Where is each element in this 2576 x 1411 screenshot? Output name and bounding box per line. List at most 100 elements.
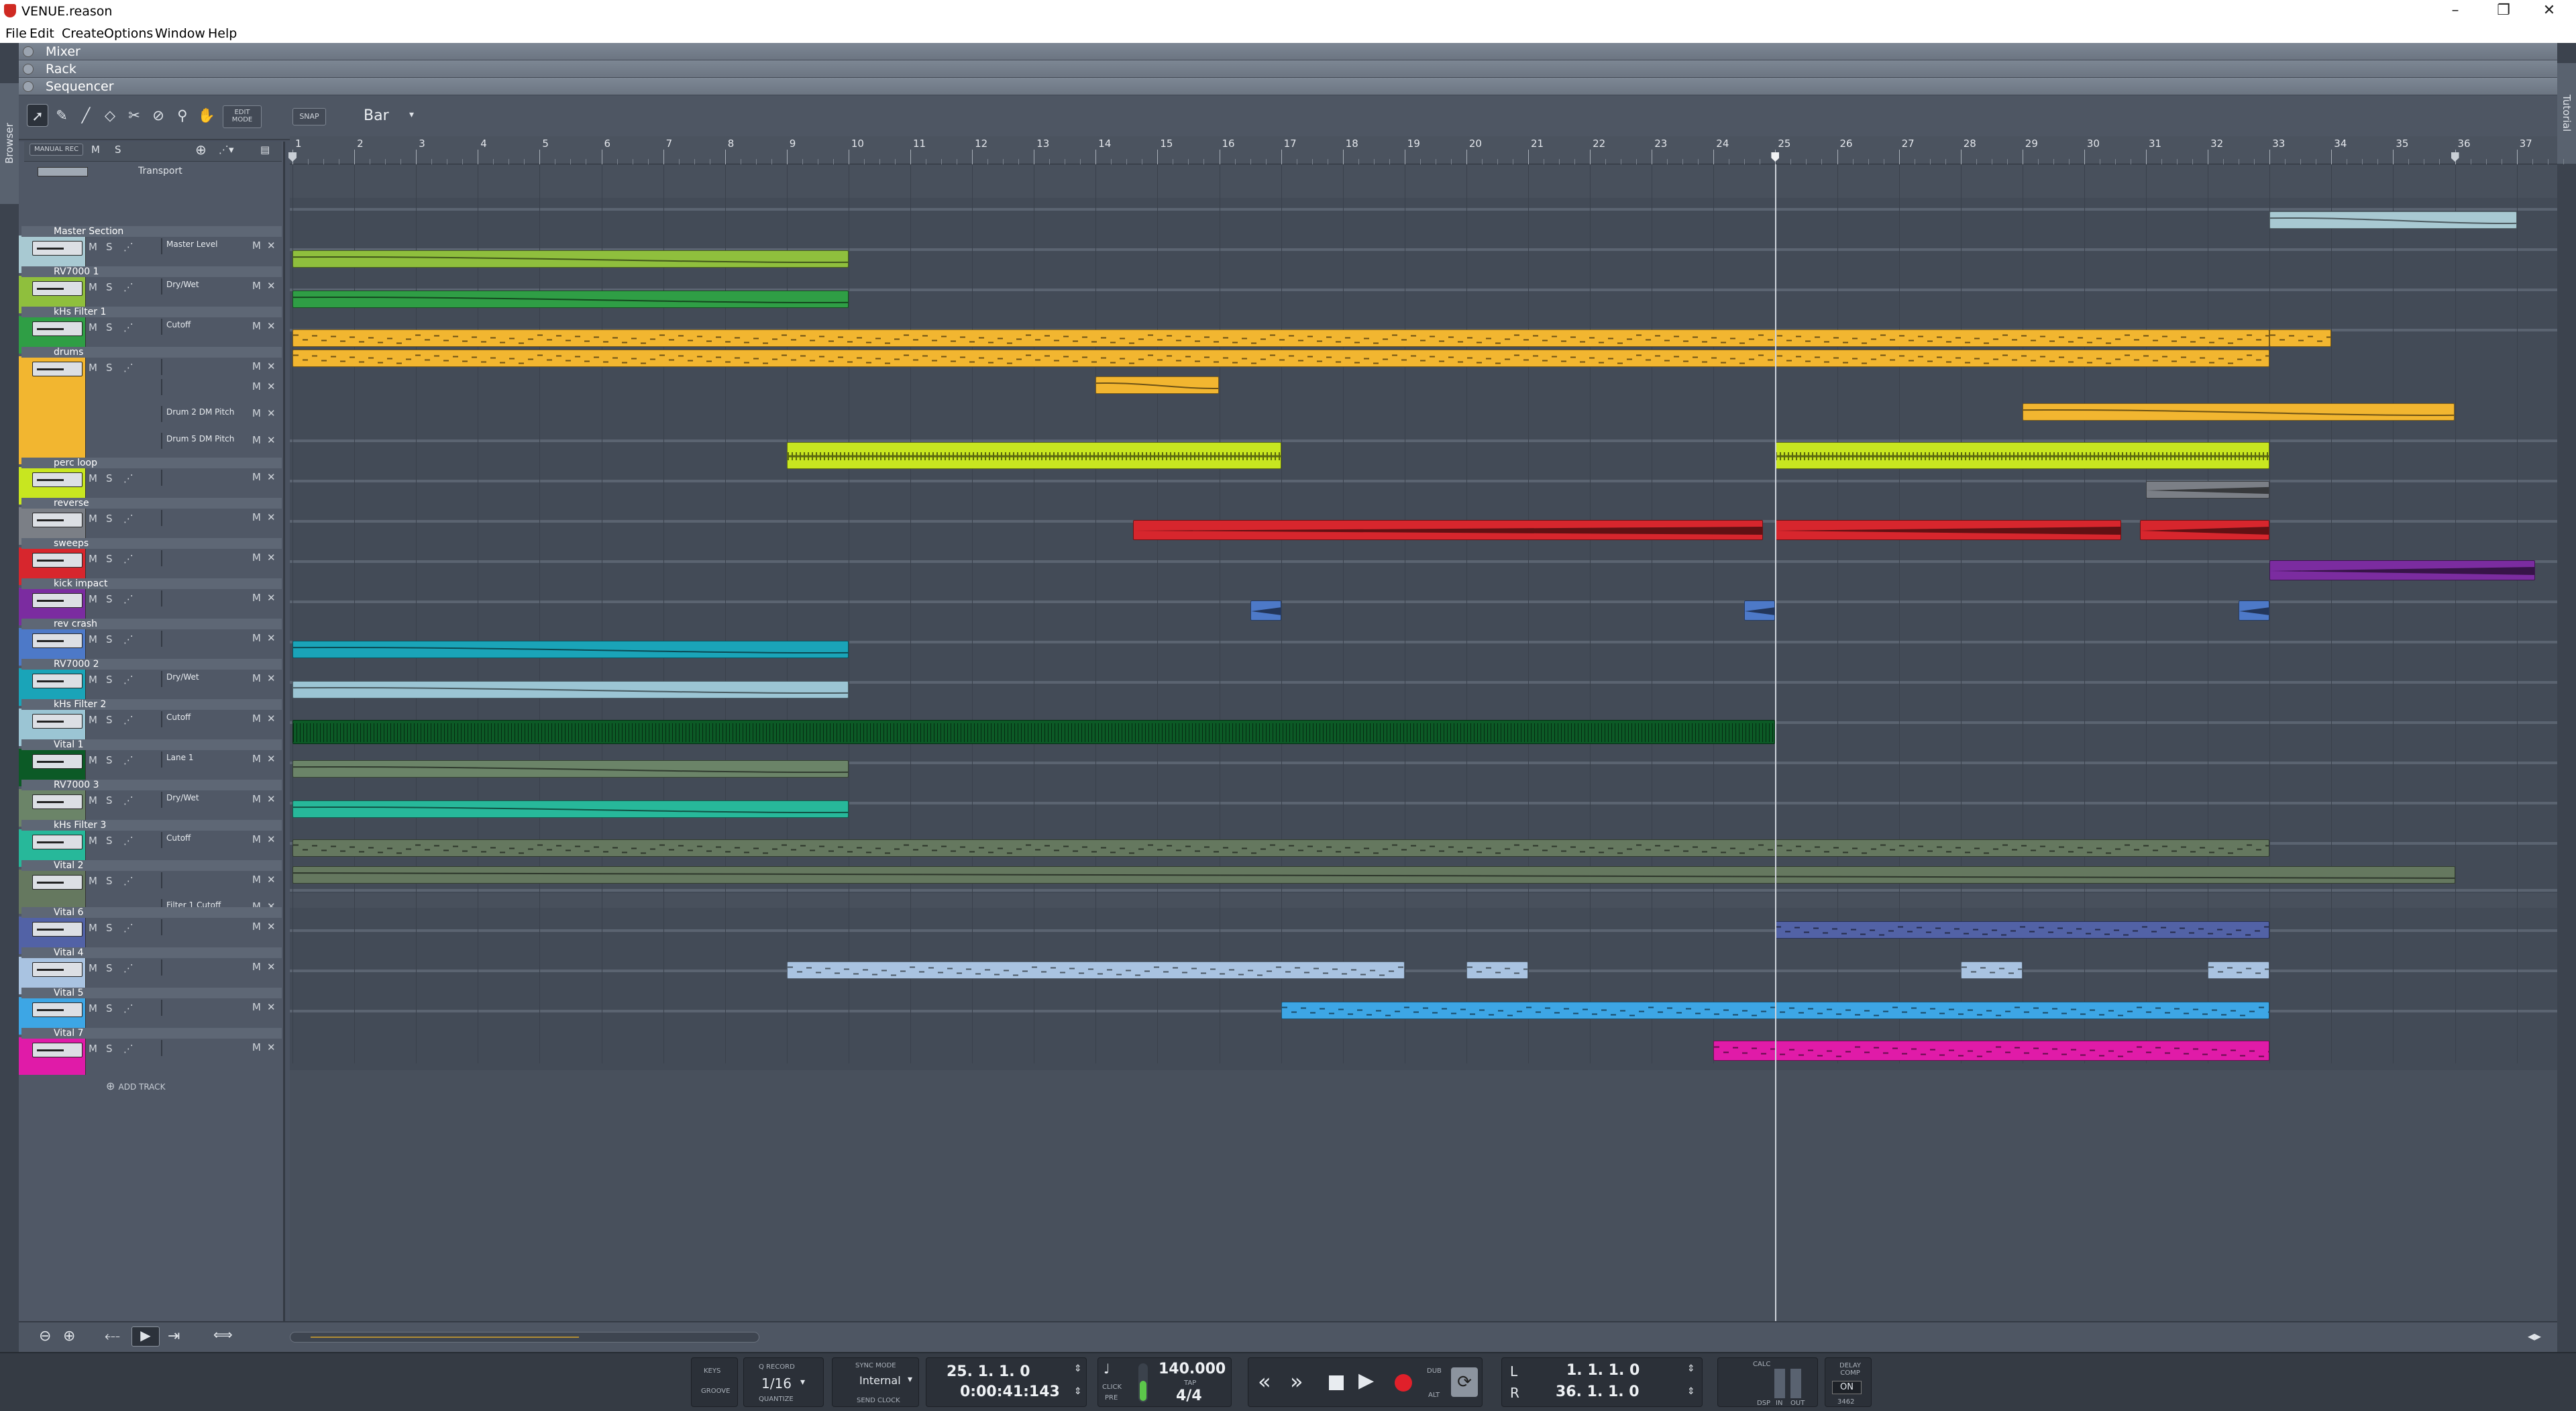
lane-delete-icon[interactable]: ✕ bbox=[267, 753, 276, 765]
click-label[interactable]: CLICK bbox=[1102, 1383, 1122, 1391]
menu-file[interactable]: File bbox=[5, 26, 27, 41]
automation-icon[interactable]: ⋰ bbox=[123, 922, 133, 934]
lane-delete-icon[interactable]: ✕ bbox=[267, 240, 276, 252]
automation-icon[interactable]: ⋰ bbox=[123, 754, 133, 766]
lane-delete-icon[interactable]: ✕ bbox=[267, 471, 276, 483]
mute-all-button[interactable]: M bbox=[91, 144, 100, 156]
close-button[interactable]: ✕ bbox=[2529, 0, 2569, 23]
alt-button[interactable]: ALT bbox=[1428, 1392, 1440, 1399]
clip[interactable] bbox=[2269, 211, 2517, 229]
clip[interactable] bbox=[1132, 520, 1763, 540]
lane-mute-button[interactable]: M bbox=[252, 240, 261, 252]
clip[interactable] bbox=[1775, 520, 2122, 540]
lane-delete-icon[interactable]: ✕ bbox=[267, 552, 276, 564]
automation-icon[interactable]: ⋰▾ bbox=[219, 144, 234, 156]
track-name[interactable]: kHs Filter 2 bbox=[21, 699, 282, 710]
timeline-ruler[interactable]: 1 2 3 4 5 6 7 8 9 10 11 12 13 14 15 16 17 18 19 20 21 22 23 24 2… bbox=[288, 136, 2564, 164]
edit-mode-button[interactable]: EDIT MODE bbox=[223, 105, 262, 128]
lane-delete-icon[interactable]: ✕ bbox=[267, 511, 276, 523]
clip[interactable] bbox=[2139, 520, 2270, 540]
clip[interactable] bbox=[2022, 403, 2455, 421]
lane-delete-icon[interactable]: ✕ bbox=[267, 280, 276, 292]
nudge-right-icon[interactable]: ⇥ bbox=[168, 1328, 180, 1345]
clip[interactable] bbox=[292, 250, 849, 268]
solo-button[interactable]: S bbox=[106, 241, 113, 253]
groove-label[interactable]: GROOVE bbox=[701, 1388, 730, 1395]
browser-tab[interactable]: Browser bbox=[0, 83, 19, 204]
click-level-slider[interactable] bbox=[1138, 1363, 1148, 1402]
menu-edit[interactable]: Edit bbox=[30, 26, 54, 41]
track-lane[interactable] bbox=[290, 198, 2557, 238]
minimize-button[interactable]: – bbox=[2435, 0, 2475, 23]
device-icon[interactable] bbox=[32, 281, 83, 296]
line-tool-icon[interactable]: ╱ bbox=[75, 104, 97, 127]
clip[interactable] bbox=[292, 839, 2270, 857]
rewind-icon[interactable]: « bbox=[1258, 1369, 1271, 1394]
magnify-tool-icon[interactable]: ⚲ bbox=[172, 104, 193, 127]
menu-help[interactable]: Help bbox=[208, 26, 237, 41]
automation-icon[interactable]: ⋰ bbox=[123, 241, 133, 253]
lane-header[interactable]: Drum 2 DM Pitch M ✕ bbox=[161, 406, 279, 422]
mute-tool-icon[interactable]: ⊘ bbox=[148, 104, 169, 127]
transport-track[interactable]: Transport bbox=[24, 163, 282, 183]
clip[interactable] bbox=[292, 681, 849, 698]
snap-dropdown-icon[interactable]: ▾ bbox=[409, 109, 414, 120]
track-name[interactable]: RV7000 1 bbox=[21, 266, 282, 277]
track-name[interactable]: perc loop bbox=[21, 458, 282, 468]
loop-icon[interactable]: ⟳ bbox=[1451, 1367, 1478, 1397]
track-name[interactable]: Vital 1 bbox=[21, 739, 282, 750]
lane-header[interactable]: Cutoff M ✕ bbox=[161, 711, 279, 727]
mute-button[interactable]: M bbox=[89, 362, 97, 374]
lane-header[interactable]: Drum 5 DM Pitch M ✕ bbox=[161, 433, 279, 449]
lane-mute-button[interactable]: M bbox=[252, 552, 261, 564]
snap-button[interactable]: SNAP bbox=[292, 108, 326, 125]
mute-button[interactable]: M bbox=[89, 593, 97, 605]
menu-create[interactable]: Create bbox=[62, 26, 104, 41]
mute-button[interactable]: M bbox=[89, 714, 97, 726]
device-icon[interactable] bbox=[32, 835, 83, 849]
automation-icon[interactable]: ⋰ bbox=[123, 794, 133, 806]
right-locator-spin-icon[interactable]: ⇕ bbox=[1687, 1386, 1695, 1397]
lane-header[interactable]: M ✕ bbox=[161, 359, 279, 375]
automation-icon[interactable]: ⋰ bbox=[123, 1043, 133, 1055]
lane-mute-button[interactable]: M bbox=[252, 1041, 261, 1053]
quantize-dropdown-icon[interactable]: ▾ bbox=[800, 1377, 805, 1388]
metronome-icon[interactable]: ♩ bbox=[1104, 1361, 1110, 1377]
lane-delete-icon[interactable]: ✕ bbox=[267, 320, 276, 332]
lane-delete-icon[interactable]: ✕ bbox=[267, 407, 276, 419]
device-icon[interactable] bbox=[32, 1043, 83, 1057]
mute-button[interactable]: M bbox=[89, 674, 97, 686]
lane-delete-icon[interactable]: ✕ bbox=[267, 380, 276, 393]
clip[interactable] bbox=[292, 760, 849, 778]
track-name[interactable]: Vital 4 bbox=[21, 947, 282, 958]
device-icon[interactable] bbox=[32, 633, 83, 648]
automation-icon[interactable]: ⋰ bbox=[123, 835, 133, 847]
mute-button[interactable]: M bbox=[89, 922, 97, 934]
mute-button[interactable]: M bbox=[89, 835, 97, 847]
lane-mute-button[interactable]: M bbox=[252, 471, 261, 483]
lane-header[interactable]: Dry/Wet M ✕ bbox=[161, 792, 279, 808]
clip[interactable] bbox=[1960, 961, 2023, 979]
clip[interactable] bbox=[292, 866, 2455, 884]
fold-icon[interactable]: ▤ bbox=[260, 144, 270, 156]
solo-button[interactable]: S bbox=[106, 553, 113, 565]
play-icon[interactable]: ▶ bbox=[1358, 1369, 1374, 1392]
solo-button[interactable]: S bbox=[106, 362, 113, 374]
mute-button[interactable]: M bbox=[89, 1043, 97, 1055]
pre-label[interactable]: PRE bbox=[1105, 1394, 1118, 1402]
track-lane[interactable] bbox=[290, 587, 2557, 630]
device-icon[interactable] bbox=[32, 794, 83, 809]
clip[interactable] bbox=[2146, 481, 2270, 499]
device-icon[interactable] bbox=[32, 593, 83, 608]
track-name[interactable]: rev crash bbox=[21, 619, 282, 629]
device-icon[interactable] bbox=[32, 241, 83, 256]
mixer-toggle-icon[interactable] bbox=[23, 46, 34, 57]
track-name[interactable]: drums bbox=[21, 347, 282, 358]
device-icon[interactable] bbox=[32, 754, 83, 769]
select-tool-icon[interactable]: ➚ bbox=[27, 104, 48, 127]
track-name[interactable]: Master Section bbox=[21, 226, 282, 237]
solo-button[interactable]: S bbox=[106, 513, 113, 525]
rack-header[interactable]: Rack bbox=[19, 60, 2557, 78]
razor-tool-icon[interactable]: ✂ bbox=[123, 104, 145, 127]
solo-button[interactable]: S bbox=[106, 922, 113, 934]
